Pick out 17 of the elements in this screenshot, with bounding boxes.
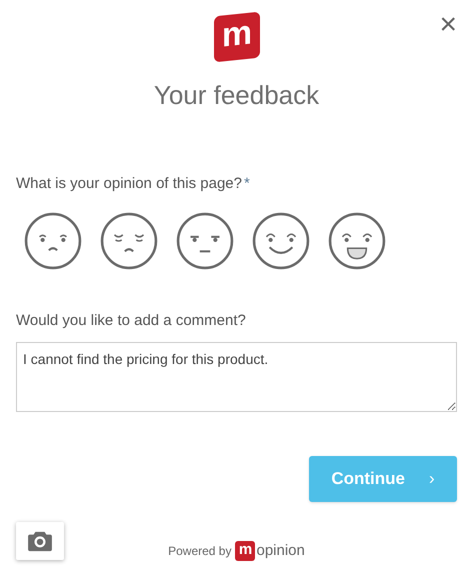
- neutral-face-button[interactable]: [176, 212, 234, 270]
- screenshot-button[interactable]: [16, 522, 64, 560]
- laughing-face-button[interactable]: [328, 212, 386, 270]
- comment-label: Would you like to add a comment?: [16, 310, 247, 330]
- required-mark: *: [244, 175, 250, 192]
- logo: m: [214, 12, 260, 62]
- happy-face-button[interactable]: [252, 212, 310, 270]
- title: Your feedback: [154, 79, 320, 112]
- tired-face-button[interactable]: [100, 212, 158, 270]
- question-label: What is your opinion of this page?: [16, 175, 242, 192]
- brand-logo-mark: m: [235, 540, 256, 561]
- close-button[interactable]: ×: [439, 10, 457, 40]
- powered-by-text: Powered by: [168, 542, 232, 560]
- sad-face-button[interactable]: [24, 212, 82, 270]
- camera-icon: [27, 530, 53, 552]
- comment-field[interactable]: I cannot find the pricing for this product.: [16, 342, 457, 412]
- brand-name: opinion: [256, 540, 305, 560]
